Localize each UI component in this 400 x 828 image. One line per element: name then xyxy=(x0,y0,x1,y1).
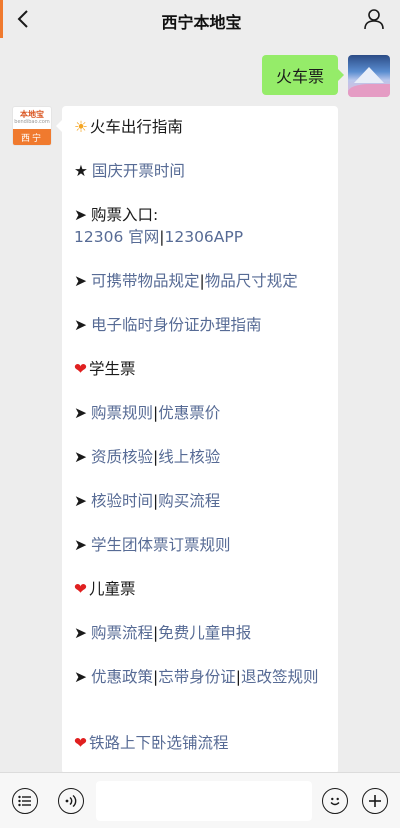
student-heading: ❤ 学生票 xyxy=(74,360,136,378)
purchase-flow-link[interactable]: 购买流程 xyxy=(158,492,220,510)
heart-icon: ❤ xyxy=(74,734,87,752)
12306-website-link[interactable]: 12306 官网 xyxy=(74,228,159,246)
mountain-shape xyxy=(354,67,384,83)
sent-message-text: 火车票 xyxy=(275,67,324,86)
item-size-link[interactable]: 物品尺寸规定 xyxy=(205,272,298,290)
student-row-3: ➤ 核验时间|购买流程 xyxy=(74,492,221,510)
menu-list-icon xyxy=(18,795,31,807)
heart-icon: ❤ xyxy=(74,580,87,598)
menu-button[interactable] xyxy=(12,788,38,814)
child-row-1: ➤ 购票流程|免费儿童申报 xyxy=(74,624,252,642)
heart-icon: ❤ xyxy=(74,360,87,378)
bot-logo: 本地宝 bendibao.com xyxy=(13,107,51,129)
header-bar: 西宁本地宝 xyxy=(0,0,400,38)
blossom-shape xyxy=(348,84,390,97)
check-time-link[interactable]: 核验时间 xyxy=(91,492,153,510)
entry-label-row: ➤ 购票入口: xyxy=(74,206,159,224)
child-purchase-flow-link[interactable]: 购票流程 xyxy=(91,624,153,642)
emoji-button[interactable] xyxy=(322,788,348,814)
arrow-icon: ➤ xyxy=(74,624,87,642)
arrow-icon: ➤ xyxy=(74,316,87,334)
person-icon xyxy=(364,9,384,30)
arrow-icon: ➤ xyxy=(74,206,87,224)
received-message-bubble: ☀ 火车出行指南 ★ 国庆开票时间 ➤ 购票入口: 12306 官网|12306APP… xyxy=(56,106,338,774)
forgot-id-link[interactable]: 忘带身份证 xyxy=(158,668,236,686)
student-row-4: ➤ 学生团体票订票规则 xyxy=(74,534,330,556)
input-toolbar xyxy=(0,772,400,828)
discount-policy-link[interactable]: 优惠政策 xyxy=(91,668,153,686)
sleeper-selection-link[interactable]: 铁路上下卧选铺流程 xyxy=(89,734,229,752)
star-icon: ★ xyxy=(74,162,88,180)
group-ticket-link[interactable]: 学生团体票订票规则 xyxy=(91,536,231,554)
child-heading: ❤ 儿童票 xyxy=(74,580,136,598)
page-title: 西宁本地宝 xyxy=(161,13,242,32)
arrow-icon: ➤ xyxy=(74,448,87,466)
voice-button[interactable] xyxy=(58,788,84,814)
arrow-icon: ➤ xyxy=(74,404,87,422)
sun-icon: ☀ xyxy=(74,118,88,136)
arrow-icon: ➤ xyxy=(74,668,87,686)
message-input[interactable] xyxy=(96,781,312,821)
bot-logo-text: 本地宝 xyxy=(20,110,44,119)
plus-button[interactable] xyxy=(362,788,388,814)
12306-app-link[interactable]: 12306APP xyxy=(164,228,243,246)
guoqing-row: ★ 国庆开票时间 xyxy=(74,160,330,182)
child-row-2: ➤ 优惠政策|忘带身份证|退改签规则 xyxy=(74,668,319,686)
bot-avatar[interactable]: 本地宝 bendibao.com 西宁 xyxy=(12,106,52,146)
purchase-rules-link[interactable]: 购票规则 xyxy=(91,404,153,422)
arrow-icon: ➤ xyxy=(74,272,87,290)
chat-info-button[interactable] xyxy=(362,7,386,31)
id-guide-link[interactable]: 电子临时身份证办理指南 xyxy=(91,316,262,334)
bot-logo-sub: bendibao.com xyxy=(14,119,50,125)
user-avatar[interactable] xyxy=(348,55,390,97)
entry-links-row: 12306 官网|12306APP xyxy=(74,228,244,246)
id-guide-row: ➤ 电子临时身份证办理指南 xyxy=(74,314,330,336)
student-row-1: ➤ 购票规则|优惠票价 xyxy=(74,404,221,422)
smiley-icon xyxy=(330,797,340,806)
sent-message-bubble[interactable]: 火车票 xyxy=(261,55,345,95)
arrow-icon: ➤ xyxy=(74,492,87,510)
carry-rules-link[interactable]: 可携带物品规定 xyxy=(91,272,200,290)
sleeper-row: ❤ 铁路上下卧选铺流程 xyxy=(74,732,330,754)
qualification-check-link[interactable]: 资质核验 xyxy=(91,448,153,466)
plus-icon xyxy=(369,795,381,807)
voice-icon xyxy=(65,794,77,808)
guoqing-link[interactable]: 国庆开票时间 xyxy=(92,162,185,180)
arrow-icon: ➤ xyxy=(74,536,87,554)
guide-title: ☀ 火车出行指南 xyxy=(74,118,183,136)
free-child-declare-link[interactable]: 免费儿童申报 xyxy=(158,624,251,642)
carry-row: ➤ 可携带物品规定|物品尺寸规定 xyxy=(74,272,298,290)
sent-message-row: 火车票 xyxy=(261,55,390,97)
online-check-link[interactable]: 线上核验 xyxy=(158,448,220,466)
student-row-2: ➤ 资质核验|线上核验 xyxy=(74,448,221,466)
refund-change-link[interactable]: 退改签规则 xyxy=(241,668,319,686)
bot-city-label: 西宁 xyxy=(13,129,51,145)
discount-price-link[interactable]: 优惠票价 xyxy=(158,404,220,422)
